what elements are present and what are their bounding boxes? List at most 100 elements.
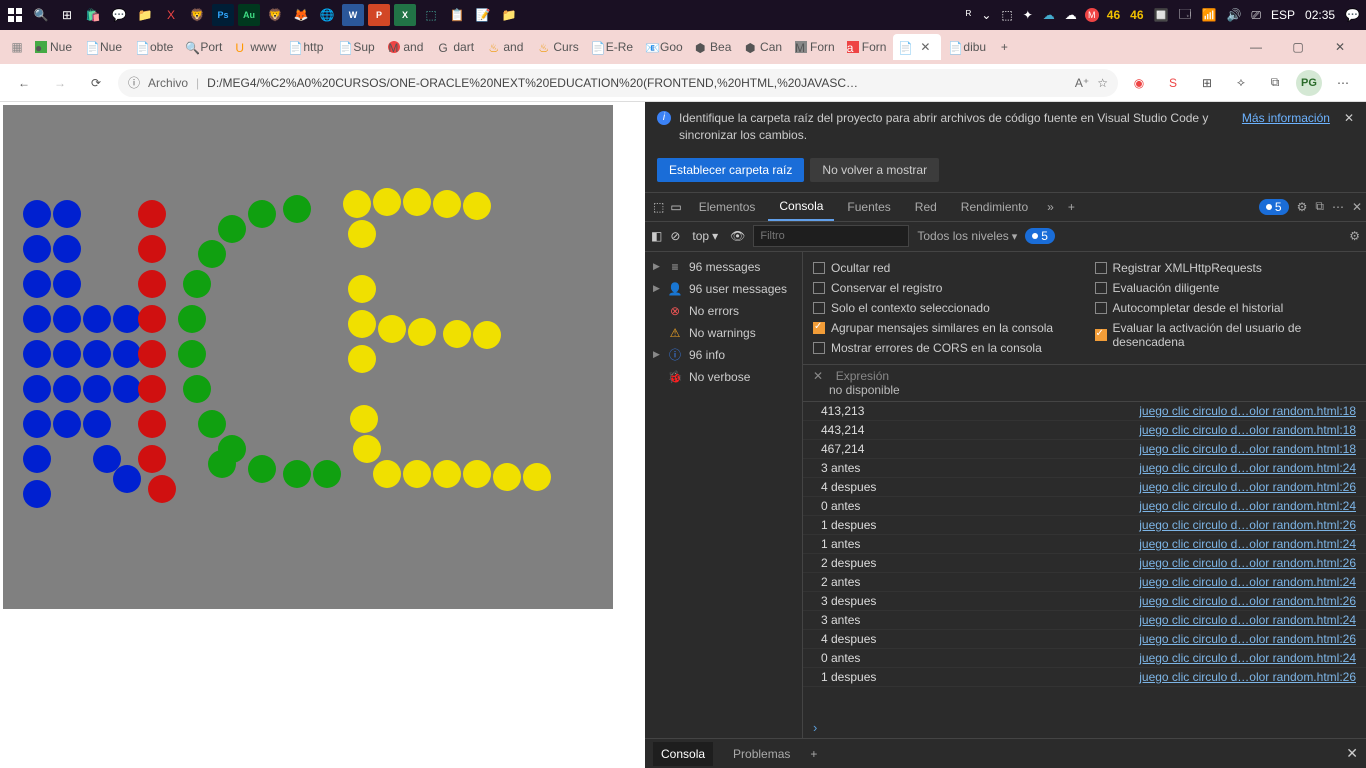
tray-icon[interactable]: 🔲	[1152, 8, 1171, 22]
sidebar-row[interactable]: ⚠No warnings	[645, 322, 802, 344]
circle[interactable]	[493, 463, 521, 491]
more-tabs-icon[interactable]: »	[1041, 200, 1060, 214]
task-view-icon[interactable]: ⊞	[56, 4, 78, 26]
log-source-link[interactable]: juego clic circulo d…olor random.html:26	[1139, 480, 1356, 494]
circle[interactable]	[53, 410, 81, 438]
tray-wifi-icon[interactable]: 📶	[1199, 8, 1218, 22]
circle[interactable]	[178, 305, 206, 333]
tray-icon[interactable]: ☁	[1041, 8, 1057, 22]
tab-console[interactable]: Consola	[768, 193, 834, 221]
app-icon[interactable]: Au	[238, 4, 260, 26]
circle[interactable]	[348, 345, 376, 373]
circle[interactable]	[53, 235, 81, 263]
circle[interactable]	[53, 375, 81, 403]
browser-tab[interactable]: Gdart	[433, 34, 481, 60]
sidebar-row[interactable]: ▶≡96 messages	[645, 256, 802, 278]
sidebar-row[interactable]: 🐞No verbose	[645, 366, 802, 388]
log-source-link[interactable]: juego clic circulo d…olor random.html:24	[1139, 613, 1356, 627]
tray-icon[interactable]: 🗔	[1176, 5, 1193, 26]
circle[interactable]	[473, 321, 501, 349]
log-source-link[interactable]: juego clic circulo d…olor random.html:24	[1139, 537, 1356, 551]
app-icon[interactable]: 🌐	[316, 4, 338, 26]
checkbox-row[interactable]: Conservar el registro	[813, 278, 1075, 298]
circle[interactable]	[313, 460, 341, 488]
drawing-canvas[interactable]	[3, 105, 613, 609]
circle[interactable]	[178, 340, 206, 368]
browser-tab[interactable]: ●Nue	[30, 34, 78, 60]
circle[interactable]	[53, 340, 81, 368]
checkbox-row[interactable]: Registrar XMLHttpRequests	[1095, 258, 1357, 278]
app-icon[interactable]: 🛍️	[82, 4, 104, 26]
tab-actions-icon[interactable]: ▦	[6, 36, 28, 58]
circle[interactable]	[138, 410, 166, 438]
circle[interactable]	[283, 460, 311, 488]
log-source-link[interactable]: juego clic circulo d…olor random.html:18	[1139, 423, 1356, 437]
circle[interactable]	[350, 405, 378, 433]
profile-avatar[interactable]: PG	[1296, 70, 1322, 96]
url-bar[interactable]: ⓘ Archivo | D:/MEG4/%C2%A0%20CURSOS/ONE-…	[118, 69, 1118, 97]
circle[interactable]	[113, 340, 141, 368]
minimize-button[interactable]: —	[1236, 34, 1276, 60]
circle[interactable]	[53, 305, 81, 333]
tab-network[interactable]: Red	[904, 194, 948, 220]
log-source-link[interactable]: juego clic circulo d…olor random.html:26	[1139, 556, 1356, 570]
close-devtools-icon[interactable]: ✕	[1352, 200, 1362, 214]
ext-icon[interactable]: ⟡	[1228, 70, 1254, 96]
tray-icon[interactable]: ☁	[1063, 8, 1079, 22]
collections-icon[interactable]: ⧉	[1262, 70, 1288, 96]
circle[interactable]	[403, 188, 431, 216]
maximize-button[interactable]: ▢	[1278, 34, 1318, 60]
log-source-link[interactable]: juego clic circulo d…olor random.html:24	[1139, 651, 1356, 665]
circle[interactable]	[23, 200, 51, 228]
circle[interactable]	[433, 190, 461, 218]
circle[interactable]	[443, 320, 471, 348]
new-tab-button[interactable]: +	[993, 36, 1015, 58]
circle[interactable]	[138, 270, 166, 298]
circle[interactable]	[198, 240, 226, 268]
browser-tab[interactable]: 📄Sup	[333, 34, 381, 60]
circle[interactable]	[523, 463, 551, 491]
circle[interactable]	[83, 410, 111, 438]
context-select[interactable]: top ▾	[688, 227, 722, 245]
circle[interactable]	[463, 192, 491, 220]
app-icon[interactable]: 📁	[134, 4, 156, 26]
checkbox-row[interactable]: Autocompletar desde el historial	[1095, 298, 1357, 318]
browser-tab[interactable]: 📄E-Re	[586, 34, 638, 60]
drawer-add-icon[interactable]: +	[810, 747, 817, 761]
circle[interactable]	[23, 445, 51, 473]
circle[interactable]	[113, 465, 141, 493]
set-root-button[interactable]: Establecer carpeta raíz	[657, 158, 804, 182]
circle[interactable]	[83, 340, 111, 368]
browser-tab[interactable]: ♨and	[483, 34, 531, 60]
circle[interactable]	[433, 460, 461, 488]
tray-icon[interactable]: ⎚	[1249, 8, 1263, 23]
circle[interactable]	[373, 460, 401, 488]
banner-close-icon[interactable]: ✕	[1344, 110, 1354, 127]
tray-icon[interactable]: ⬚	[999, 8, 1014, 22]
sidebar-toggle-icon[interactable]: ◧	[651, 229, 662, 243]
circle[interactable]	[218, 215, 246, 243]
sidebar-row[interactable]: ▶👤96 user messages	[645, 278, 802, 300]
levels-select[interactable]: Todos los niveles ▾	[917, 229, 1017, 243]
circle[interactable]	[83, 375, 111, 403]
clear-console-icon[interactable]: ⊘	[670, 229, 680, 243]
tray-icon[interactable]: ✦	[1021, 8, 1035, 22]
app-icon[interactable]: X	[160, 4, 182, 26]
sidebar-row[interactable]: ⊗No errors	[645, 300, 802, 322]
add-tab-icon[interactable]: +	[1062, 200, 1081, 214]
circle[interactable]	[138, 445, 166, 473]
app-icon[interactable]: 📝	[472, 4, 494, 26]
browser-tab[interactable]: ⬢Can	[740, 34, 788, 60]
browser-tab[interactable]: 📄obte	[130, 34, 178, 60]
app-icon[interactable]: W	[342, 4, 364, 26]
browser-tab[interactable]: Mand	[383, 34, 431, 60]
circle[interactable]	[148, 475, 176, 503]
log-source-link[interactable]: juego clic circulo d…olor random.html:24	[1139, 461, 1356, 475]
inspect-icon[interactable]: ⬚	[653, 200, 664, 214]
log-source-link[interactable]: juego clic circulo d…olor random.html:26	[1139, 670, 1356, 684]
log-source-link[interactable]: juego clic circulo d…olor random.html:26	[1139, 632, 1356, 646]
dismiss-button[interactable]: No volver a mostrar	[810, 158, 939, 182]
dock-icon[interactable]: ⧉	[1315, 199, 1324, 214]
circle[interactable]	[113, 375, 141, 403]
app-icon[interactable]: 🦁	[264, 4, 286, 26]
